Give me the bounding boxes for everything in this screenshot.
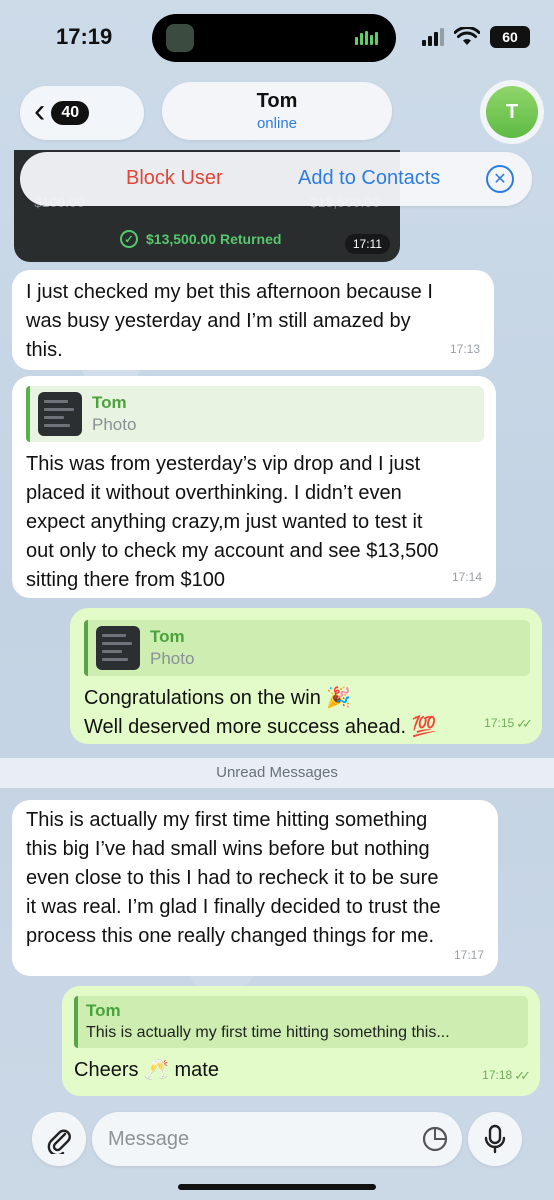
audio-bars-icon [355, 31, 378, 45]
check-circle-icon: ✓ [120, 230, 138, 248]
close-icon[interactable]: ✕ [486, 165, 514, 193]
sticker-icon[interactable] [422, 1126, 448, 1152]
message-time: 17:13 [449, 342, 480, 356]
contact-action-bar: Block User Add to Contacts ✕ [20, 152, 532, 206]
block-user-button[interactable]: Block User [126, 167, 223, 190]
message-text: This is actually my first time hitting s… [26, 809, 441, 947]
message-bubble[interactable]: This is actually my first time hitting s… [12, 800, 498, 976]
reply-preview[interactable]: Tom Photo [26, 386, 484, 442]
message-time: 17:15 [484, 716, 515, 730]
message-time: 17:18 [482, 1068, 513, 1082]
message-text: I just checked my bet this afternoon bec… [26, 281, 433, 361]
returned-status: ✓ $13,500.00 Returned [120, 230, 281, 248]
reply-snippet: Photo [92, 415, 137, 434]
message-text: This was from yesterday’s vip drop and I… [26, 453, 439, 591]
composer [0, 1104, 554, 1200]
message-time: 17:14 [451, 570, 482, 584]
attach-icon [47, 1129, 71, 1154]
message-text: Congratulations on the win 🎉 Well deserv… [84, 687, 437, 738]
cellular-signal-icon [422, 28, 444, 46]
reply-photo-thumbnail [96, 626, 140, 670]
chat-header: ‹ 40 Tom online T [0, 80, 554, 144]
reply-author: Tom [150, 627, 185, 646]
message-bubble[interactable]: I just checked my bet this afternoon bec… [12, 270, 494, 370]
unread-count-badge: 40 [51, 101, 90, 125]
reply-author: Tom [92, 393, 127, 412]
chat-title[interactable]: Tom online [162, 82, 392, 140]
reply-photo-thumbnail [38, 392, 82, 436]
status-icons: 60 [422, 26, 530, 48]
contact-name: Tom [256, 90, 298, 112]
unread-divider: Unread Messages [0, 758, 554, 788]
reply-snippet: This is actually my first time hitting s… [86, 1024, 450, 1041]
dynamic-island [152, 14, 396, 62]
returned-text: $13,500.00 Returned [146, 231, 282, 247]
reply-snippet: Photo [150, 649, 195, 668]
message-bubble[interactable]: Tom This is actually my first time hitti… [62, 986, 540, 1096]
battery-indicator: 60 [490, 26, 530, 48]
message-meta: 17:15 ✓✓ [484, 709, 533, 738]
back-chevron-icon: ‹ [34, 92, 46, 130]
status-time: 17:19 [56, 24, 113, 49]
message-bubble[interactable]: Tom Photo This was from yesterday’s vip … [12, 376, 496, 598]
attach-button[interactable] [32, 1112, 86, 1166]
now-playing-thumbnail [166, 24, 194, 52]
reply-author: Tom [86, 1001, 121, 1020]
status-bar: 17:19 60 [0, 0, 554, 76]
wifi-icon [454, 27, 480, 45]
reply-preview[interactable]: Tom Photo [84, 620, 530, 676]
message-time: 17:11 [344, 234, 390, 254]
message-text: Cheers 🥂 mate [74, 1059, 219, 1081]
contact-status: online [256, 115, 298, 132]
message-time: 17:17 [453, 948, 484, 962]
reply-preview[interactable]: Tom This is actually my first time hitti… [74, 996, 528, 1048]
home-indicator [178, 1184, 376, 1190]
back-button[interactable]: ‹ 40 [20, 86, 144, 140]
avatar-button[interactable]: T [480, 80, 544, 144]
message-meta: 17:18 ✓✓ [482, 1061, 531, 1090]
message-input[interactable] [92, 1112, 462, 1166]
voice-record-button[interactable] [468, 1112, 522, 1166]
add-to-contacts-button[interactable]: Add to Contacts [298, 167, 440, 190]
message-bubble[interactable]: Tom Photo Congratulations on the win 🎉 W… [70, 608, 542, 744]
double-check-icon: ✓✓ [516, 716, 533, 731]
avatar: T [486, 86, 538, 138]
microphone-icon [484, 1124, 506, 1154]
double-check-icon: ✓✓ [514, 1068, 531, 1083]
